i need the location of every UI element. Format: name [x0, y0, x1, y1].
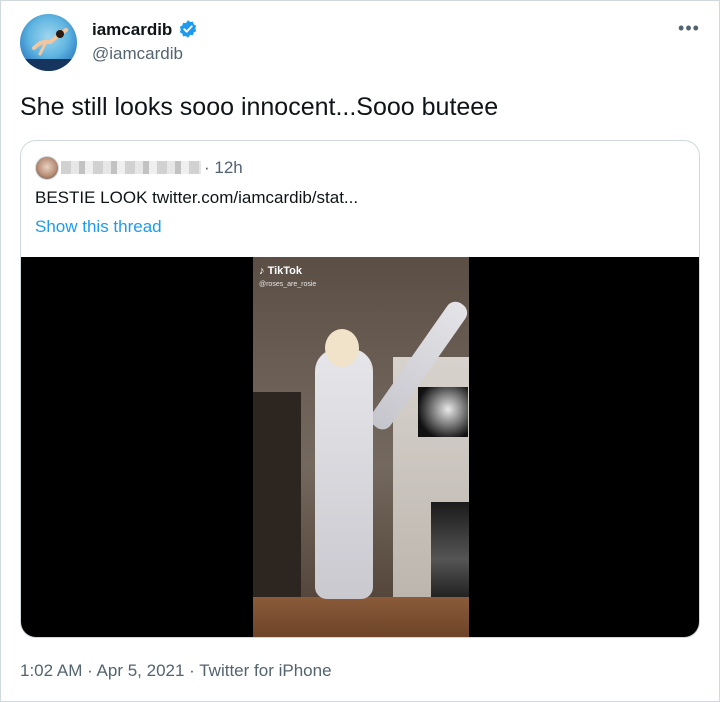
video-floor — [253, 597, 469, 637]
video-frame: ♪ TikTok @roses_are_rosie — [253, 257, 469, 637]
tiktok-watermark: ♪ TikTok — [259, 265, 302, 277]
quoted-tweet[interactable]: · 12h BESTIE LOOK twitter.com/iamcardib/… — [20, 140, 700, 638]
author-avatar[interactable] — [20, 14, 77, 71]
more-horizontal-icon[interactable]: ••• — [677, 16, 701, 40]
video-poster-lower — [431, 502, 469, 597]
quoted-author-avatar[interactable] — [35, 156, 59, 180]
show-thread-link[interactable]: Show this thread — [35, 217, 162, 237]
author-display-name[interactable]: iamcardib — [92, 20, 172, 40]
tiktok-handle: @roses_are_rosie — [259, 281, 317, 288]
video-person-body — [315, 349, 373, 599]
quoted-author-name-blurred — [61, 161, 201, 174]
tweet-text: She still looks sooo innocent...Sooo but… — [20, 93, 499, 121]
video-door — [253, 392, 301, 607]
video-poster — [418, 387, 468, 437]
quoted-tweet-time[interactable]: · 12h — [204, 158, 243, 178]
author-handle[interactable]: @iamcardib — [92, 44, 183, 64]
video-player[interactable]: ♪ TikTok @roses_are_rosie — [21, 257, 699, 637]
tweet-timestamp[interactable]: 1:02 AM · Apr 5, 2021 · Twitter for iPho… — [20, 661, 332, 681]
tiktok-brand: TikTok — [267, 265, 302, 277]
quoted-tweet-text: BESTIE LOOK twitter.com/iamcardib/stat..… — [35, 188, 359, 207]
avatar-figure-icon — [20, 28, 77, 71]
verified-badge-icon — [179, 20, 197, 38]
tiktok-icon: ♪ — [259, 265, 265, 277]
video-person-head — [325, 329, 359, 367]
